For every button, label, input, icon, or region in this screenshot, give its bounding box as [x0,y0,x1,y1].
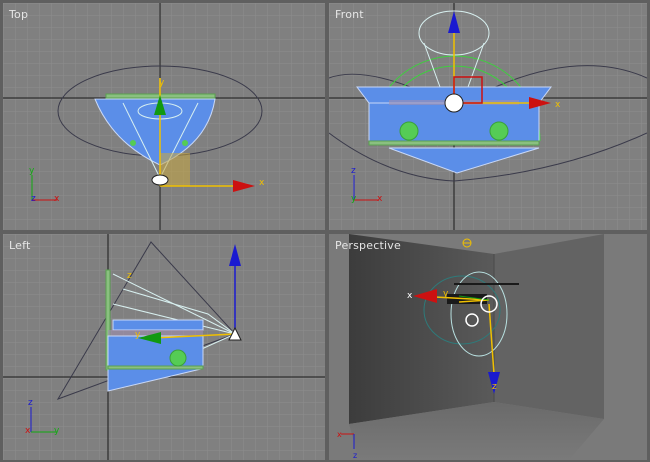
nav-label-z: z [28,398,33,408]
nav-label-x: x [54,194,60,204]
light-source-icon [151,174,169,186]
lamp-rim-bottom [107,365,204,370]
nav-label-y: y [29,166,35,176]
bulb-right [489,121,509,141]
gizmo-y-label: y [443,289,449,299]
nav-label-z: z [353,451,357,460]
bulb [169,349,187,367]
viewport-perspective[interactable]: x y z x z Perspective [329,234,647,460]
light-source-icon [444,93,464,113]
bulb-right [182,140,188,146]
viewport-top[interactable]: y x y z x Top [3,3,325,230]
gizmo-z-label: z [492,382,497,392]
lamp-rim [368,140,540,146]
gizmo-x-label: x [407,291,413,301]
viewport-label[interactable]: Top [9,8,28,21]
room-wall-left [349,234,494,424]
lamp-shade-top [112,319,204,331]
nav-label-y: y [54,426,60,436]
viewport-front-canvas[interactable]: x z y x [329,3,647,230]
nav-label-x: x [377,194,383,204]
gizmo-y-label: y [159,78,165,88]
viewport-left-canvas[interactable]: y z z x y [3,234,325,460]
bulb-left [130,140,136,146]
nav-label-z: z [31,194,36,204]
viewport-label[interactable]: Perspective [335,239,401,252]
viewport-label[interactable]: Front [335,8,364,21]
viewport-left[interactable]: y z z x y Left [3,234,325,460]
gizmo-x-label: x [259,178,265,188]
gizmo-y-label: y [135,330,141,340]
nav-label-x: x [337,430,342,439]
viewport-label[interactable]: Left [9,239,31,252]
gizmo-z-label: z [127,271,132,281]
bulb-left [399,121,419,141]
viewport-top-canvas[interactable]: y x y z x [3,3,325,230]
gizmo-x-label: x [555,100,561,110]
nav-label-y: y [351,194,357,204]
viewport-front[interactable]: x z y x Front [329,3,647,230]
room-wall-right [494,234,604,419]
nav-label-z: z [351,166,356,176]
nav-label-x: x [25,426,31,436]
viewport-perspective-canvas[interactable]: x y z x z [329,234,647,460]
